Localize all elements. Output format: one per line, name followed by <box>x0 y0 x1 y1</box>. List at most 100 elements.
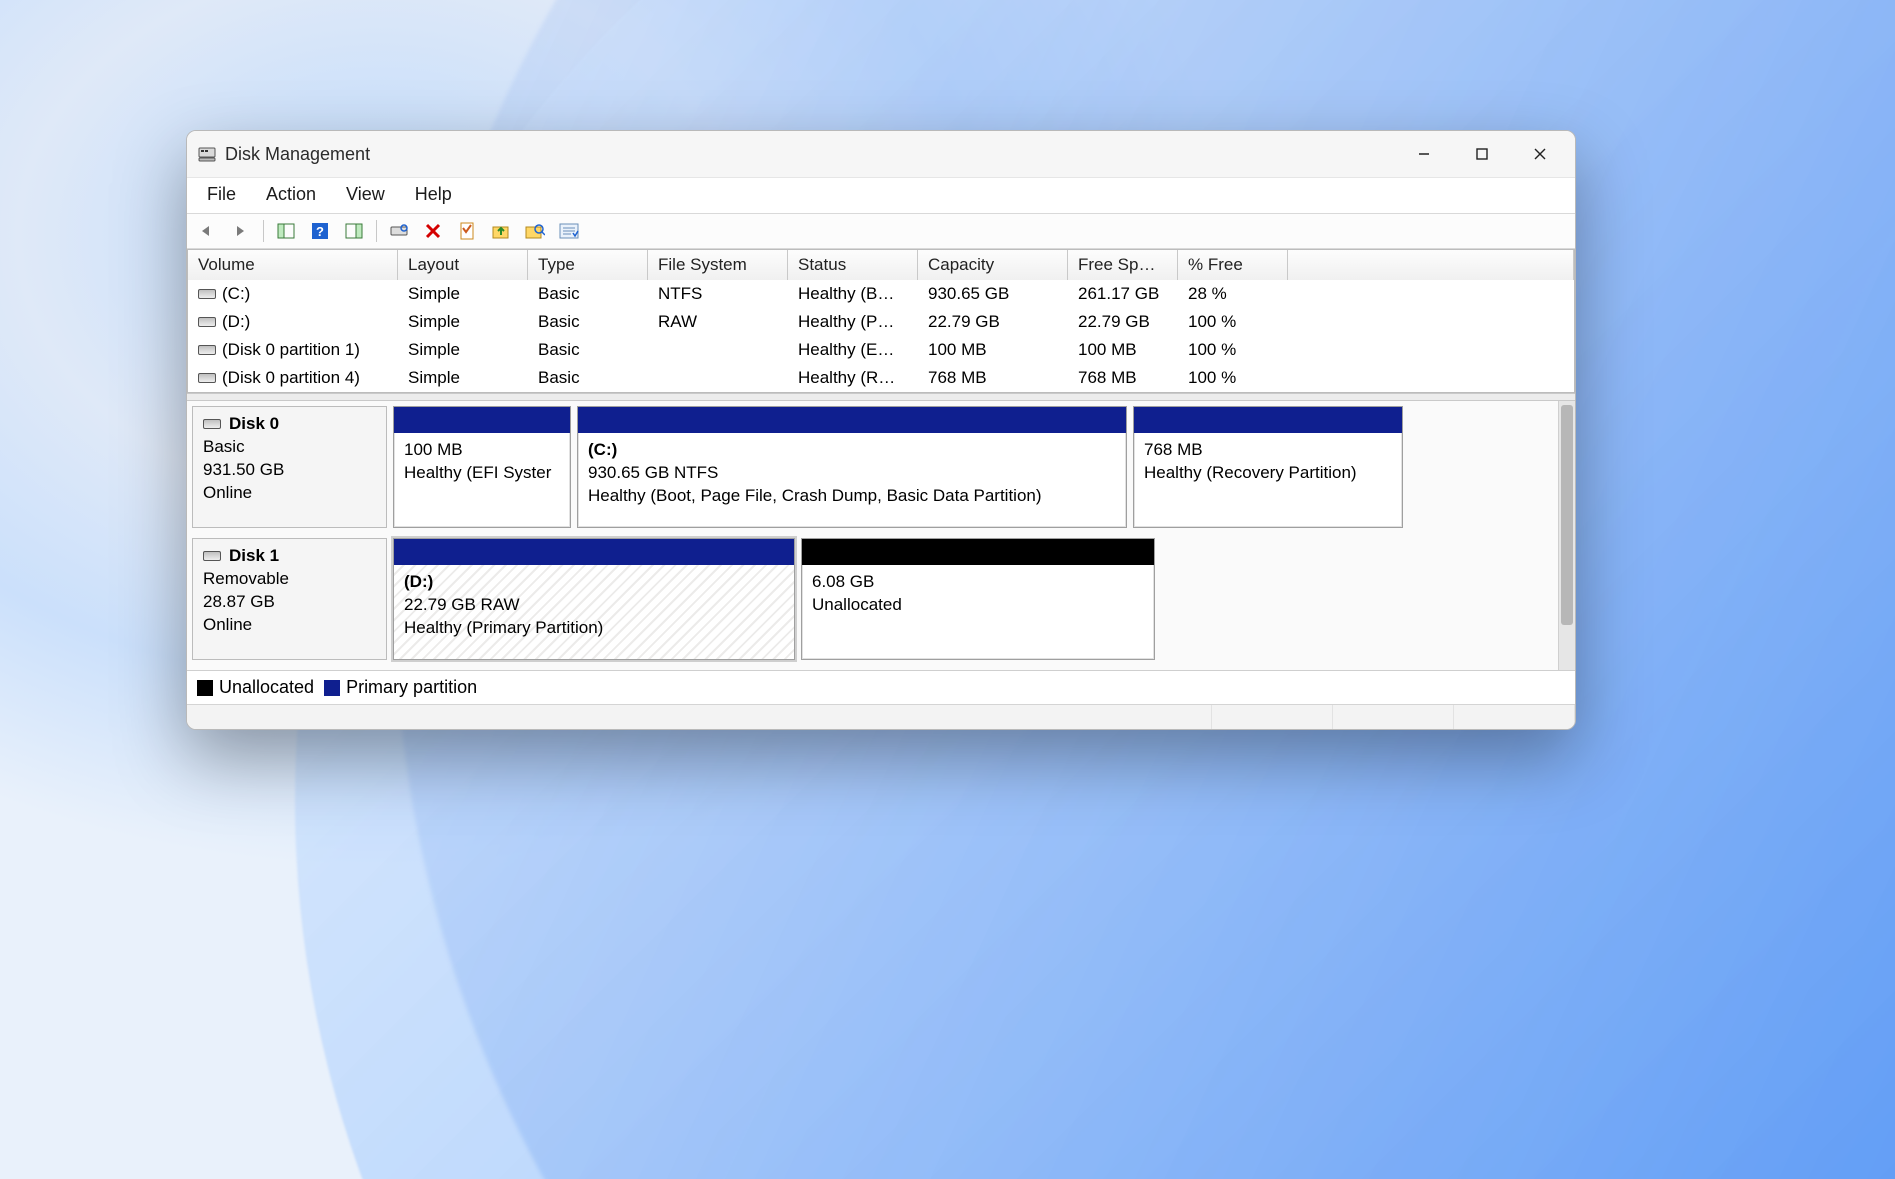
partition-header <box>802 539 1154 565</box>
folder-search-button[interactable] <box>521 217 549 245</box>
partition-header <box>394 539 794 565</box>
volume-name: (Disk 0 partition 4) <box>222 368 360 388</box>
delete-button[interactable] <box>419 217 447 245</box>
volume-filesystem: RAW <box>648 310 788 334</box>
col-pctfree[interactable]: % Free <box>1178 250 1288 280</box>
volume-type: Basic <box>528 366 648 390</box>
partition[interactable]: 100 MBHealthy (EFI Syster <box>393 406 571 528</box>
disk-management-window: Disk Management File Action View Help ? <box>186 130 1576 730</box>
partition[interactable]: (C:)930.65 GB NTFSHealthy (Boot, Page Fi… <box>577 406 1127 528</box>
list-settings-button[interactable] <box>555 217 583 245</box>
partition-header <box>394 407 570 433</box>
col-volume[interactable]: Volume <box>188 250 398 280</box>
partition-line1: 768 MB <box>1144 439 1392 462</box>
partition-line2: Healthy (Recovery Partition) <box>1144 462 1392 485</box>
titlebar: Disk Management <box>187 131 1575 177</box>
volume-layout: Simple <box>398 338 528 362</box>
disk-label[interactable]: Disk 1Removable28.87 GBOnline <box>192 538 387 660</box>
volume-capacity: 768 MB <box>918 366 1068 390</box>
menu-file[interactable]: File <box>201 182 242 207</box>
volume-type: Basic <box>528 310 648 334</box>
volume-free: 261.17 GB <box>1068 282 1178 306</box>
volume-free: 100 MB <box>1068 338 1178 362</box>
folder-up-button[interactable] <box>487 217 515 245</box>
disk-icon <box>198 345 216 355</box>
disk-state: Online <box>203 482 376 505</box>
volume-name: (D:) <box>222 312 250 332</box>
partition-line2: Healthy (Primary Partition) <box>404 617 784 640</box>
vertical-scrollbar[interactable] <box>1558 401 1575 670</box>
menu-action[interactable]: Action <box>260 182 322 207</box>
disk-kind: Basic <box>203 436 376 459</box>
app-icon <box>197 144 217 164</box>
volume-list: Volume Layout Type File System Status Ca… <box>187 249 1575 393</box>
volume-status: Healthy (P… <box>788 310 918 334</box>
partition-title: (D:) <box>404 571 784 594</box>
splitter[interactable] <box>187 393 1575 401</box>
volume-row[interactable]: (Disk 0 partition 4)SimpleBasicHealthy (… <box>188 364 1574 392</box>
volume-capacity: 22.79 GB <box>918 310 1068 334</box>
volume-free: 22.79 GB <box>1068 310 1178 334</box>
close-button[interactable] <box>1511 134 1569 174</box>
help-button[interactable]: ? <box>306 217 334 245</box>
volume-pctfree: 28 % <box>1178 282 1288 306</box>
show-hide-console-tree-button[interactable] <box>272 217 300 245</box>
disk-label[interactable]: Disk 0Basic931.50 GBOnline <box>192 406 387 528</box>
disk-block: Disk 0Basic931.50 GBOnline100 MBHealthy … <box>192 406 1553 528</box>
partition-header <box>578 407 1126 433</box>
disk-icon <box>198 373 216 383</box>
toolbar: ? <box>187 213 1575 249</box>
volume-type: Basic <box>528 338 648 362</box>
volume-filesystem: NTFS <box>648 282 788 306</box>
volume-status: Healthy (B… <box>788 282 918 306</box>
volume-filesystem <box>648 338 788 362</box>
minimize-button[interactable] <box>1395 134 1453 174</box>
refresh-button[interactable] <box>385 217 413 245</box>
back-button[interactable] <box>193 217 221 245</box>
menu-help[interactable]: Help <box>409 182 458 207</box>
volume-row[interactable]: (C:)SimpleBasicNTFSHealthy (B…930.65 GB2… <box>188 280 1574 308</box>
show-hide-action-pane-button[interactable] <box>340 217 368 245</box>
volume-name: (C:) <box>222 284 250 304</box>
partition[interactable]: (D:)22.79 GB RAWHealthy (Primary Partiti… <box>393 538 795 660</box>
partition[interactable]: 768 MBHealthy (Recovery Partition) <box>1133 406 1403 528</box>
disk-icon <box>203 419 221 429</box>
partition-line2: Healthy (EFI Syster <box>404 462 560 485</box>
properties-button[interactable] <box>453 217 481 245</box>
col-type[interactable]: Type <box>528 250 648 280</box>
disk-size: 931.50 GB <box>203 459 376 482</box>
volume-pctfree: 100 % <box>1178 366 1288 390</box>
volume-capacity: 930.65 GB <box>918 282 1068 306</box>
disk-graphical-view: Disk 0Basic931.50 GBOnline100 MBHealthy … <box>187 401 1558 670</box>
disk-icon <box>198 289 216 299</box>
col-status[interactable]: Status <box>788 250 918 280</box>
partition-header <box>1134 407 1402 433</box>
volume-type: Basic <box>528 282 648 306</box>
disk-state: Online <box>203 614 376 637</box>
forward-button[interactable] <box>227 217 255 245</box>
partition-title: (C:) <box>588 439 1116 462</box>
menubar: File Action View Help <box>187 177 1575 213</box>
disk-icon <box>198 317 216 327</box>
col-layout[interactable]: Layout <box>398 250 528 280</box>
svg-text:?: ? <box>316 224 324 239</box>
partition-line2: Healthy (Boot, Page File, Crash Dump, Ba… <box>588 485 1116 508</box>
volume-capacity: 100 MB <box>918 338 1068 362</box>
volume-row[interactable]: (Disk 0 partition 1)SimpleBasicHealthy (… <box>188 336 1574 364</box>
col-freespace[interactable]: Free Sp… <box>1068 250 1178 280</box>
window-title: Disk Management <box>225 144 370 165</box>
partition-line1: 6.08 GB <box>812 571 1144 594</box>
volume-layout: Simple <box>398 366 528 390</box>
menu-view[interactable]: View <box>340 182 391 207</box>
legend: Unallocated Primary partition <box>187 670 1575 704</box>
disk-icon <box>203 551 221 561</box>
col-capacity[interactable]: Capacity <box>918 250 1068 280</box>
volume-name: (Disk 0 partition 1) <box>222 340 360 360</box>
col-filesystem[interactable]: File System <box>648 250 788 280</box>
maximize-button[interactable] <box>1453 134 1511 174</box>
volume-row[interactable]: (D:)SimpleBasicRAWHealthy (P…22.79 GB22.… <box>188 308 1574 336</box>
legend-primary: Primary partition <box>324 677 477 698</box>
partition-unallocated[interactable]: 6.08 GBUnallocated <box>801 538 1155 660</box>
disk-name: Disk 0 <box>229 413 279 436</box>
legend-unallocated: Unallocated <box>197 677 314 698</box>
